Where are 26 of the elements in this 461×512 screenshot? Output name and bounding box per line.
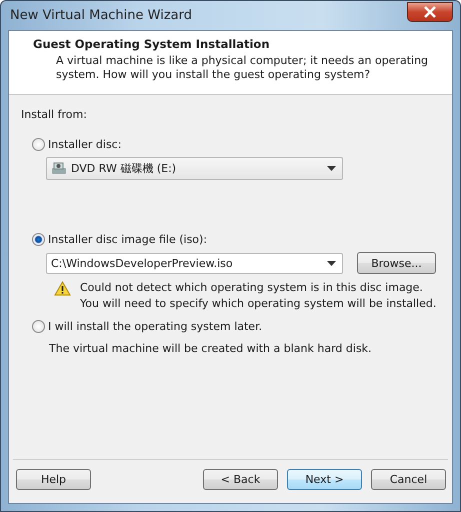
browse-button[interactable]: Browse... [357,252,436,274]
wizard-button[interactable]: < Back [203,469,278,490]
radio-button[interactable] [32,138,45,151]
radio-button[interactable] [32,233,45,246]
warning-icon [54,281,71,296]
dropdown-arrow-icon [327,166,336,171]
drive-icon [51,162,67,176]
iso-path-combobox[interactable]: C:\WindowsDeveloperPreview.iso [46,252,343,274]
page-heading: Guest Operating System Installation [33,37,271,51]
wizard-button[interactable]: Help [16,469,91,490]
window-title: New Virtual Machine Wizard [9,8,192,23]
wizard-button[interactable]: Next > [287,469,362,490]
note-text: The virtual machine will be created with a blank hard disk. [49,342,373,355]
warning-text: Could not detect which operating system is in this disc image. [80,280,424,296]
wizard-button[interactable]: Cancel [371,469,446,490]
page-description: A virtual machine is like a physical computer; it needs an operating system. How will you install the guest operating system? [55,53,430,82]
close-button[interactable] [407,2,453,22]
radio-button[interactable] [32,320,45,333]
radio-option[interactable]: I will install the operating system later. [32,320,452,333]
dropdown-arrow-icon [327,260,336,266]
radio-option[interactable]: Installer disc: [32,138,452,151]
section-label: Install from: [21,108,88,121]
close-icon [423,6,437,18]
warning-text: You will need to specify which operating system will be installed. [80,296,436,312]
drive-dropdown[interactable]: DVD RW 磁碟機 (E:) [46,157,343,180]
radio-option[interactable]: Installer disc image file (iso): [32,233,452,246]
